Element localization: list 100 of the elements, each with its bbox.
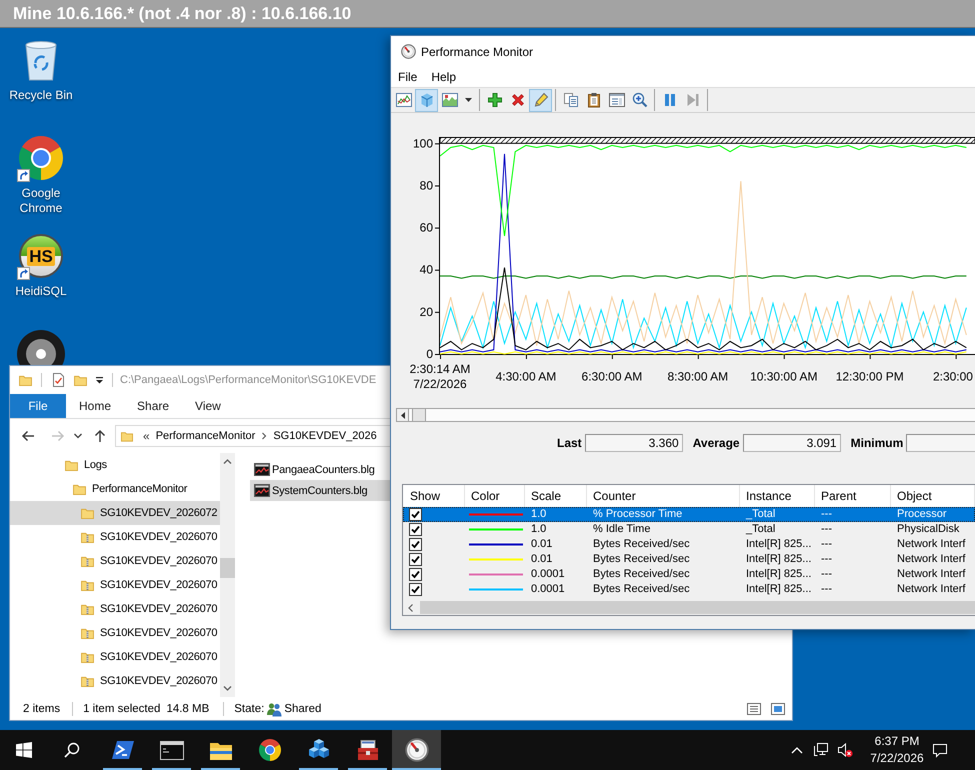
x-tick-label: 4:30:00 AM — [496, 370, 556, 384]
skip-forward-icon — [684, 92, 700, 108]
app-logo[interactable]: HS — [19, 234, 63, 278]
table-row[interactable]: 0.0001 Bytes Received/sec Intel[R] 825... --- Network Interf — [403, 567, 975, 582]
list-item[interactable]: SystemCounters.blg — [250, 480, 390, 501]
table-cell-text: Intel[R] 825... — [745, 552, 812, 567]
table-cell-text: Intel[R] 825... — [745, 567, 812, 582]
address-bar[interactable]: « PerformanceMonitor SG10KEVDEV_2026 — [115, 425, 390, 447]
tree-item[interactable]: SG10KEVDEV_2026070 — [10, 621, 220, 645]
toolbar-button[interactable] — [415, 88, 438, 112]
ribbon-tab[interactable]: View — [182, 394, 234, 418]
details-view-icon[interactable] — [747, 702, 761, 714]
list-item[interactable]: PangaeaCounters.blg — [250, 459, 390, 480]
checked-page-icon[interactable] — [53, 373, 64, 387]
status-text: 14.8 MB — [166, 702, 210, 714]
chevron-right-icon[interactable] — [261, 432, 268, 440]
checkbox[interactable] — [409, 568, 422, 581]
table-cell-text: Network Interf — [896, 567, 966, 582]
chrome-icon[interactable] — [17, 134, 65, 182]
tree-item[interactable]: Logs — [10, 453, 220, 477]
table-cell-text: 0.01 — [530, 552, 554, 567]
tree-item[interactable]: SG10KEVDEV_2026070 — [10, 597, 220, 621]
toolbar-button[interactable] — [529, 88, 552, 112]
cube-icon — [418, 92, 434, 108]
checkbox[interactable] — [409, 523, 422, 536]
table-cell-text: --- — [820, 522, 833, 537]
arrow-left-icon — [20, 428, 36, 444]
table-row[interactable]: 0.01 Bytes Received/sec Intel[R] 825... --- Network Interf — [403, 537, 975, 552]
ribbon-tab[interactable]: Home — [66, 394, 124, 418]
stat-label: Average — [692, 436, 740, 450]
table-cell-text: % Idle Time — [592, 522, 652, 537]
table-cell-text: --- — [820, 567, 833, 582]
caret-left-icon — [400, 412, 404, 418]
taskbar-button[interactable] — [392, 730, 441, 770]
breadcrumb[interactable]: PerformanceMonitor — [156, 430, 256, 442]
menu-item[interactable]: Help — [424, 67, 464, 87]
chevron-up-icon — [223, 458, 232, 465]
search-icon — [64, 742, 80, 758]
table-cell-text: Bytes Received/sec — [592, 537, 691, 552]
clock[interactable]: 6:37 PM 7/22/2026 — [869, 730, 925, 770]
y-tick-label: 0 — [426, 347, 433, 361]
breadcrumb-overflow[interactable]: « — [143, 429, 150, 443]
table-cell-text: --- — [820, 537, 833, 552]
tree-item[interactable]: SG10KEVDEV_2026070 — [10, 645, 220, 669]
window-title: C:\Pangaea\Logs\PerformanceMonitor\SG10KEVDE — [120, 374, 376, 386]
tree-item[interactable]: PerformanceMonitor — [10, 477, 220, 501]
chevron-left-icon — [408, 604, 413, 612]
status-text: 2 items — [23, 702, 60, 714]
zipped-folder-icon — [81, 580, 94, 590]
chevron-up-icon — [791, 746, 803, 754]
chevron-down-icon — [223, 685, 232, 692]
icon-label[interactable]: Google Chrome — [3, 186, 79, 216]
large-icons-view-icon[interactable] — [771, 702, 785, 714]
scroll-left-button[interactable] — [397, 409, 409, 421]
table-cell-text: 0.0001 — [530, 582, 566, 597]
file-menu-button[interactable]: File — [10, 394, 66, 418]
scrollbar-thumb[interactable] — [412, 409, 426, 421]
tree-item[interactable]: SG10KEVDEV_2026070 — [10, 525, 220, 549]
table-cell-text: Processor — [896, 507, 948, 522]
table-cell-text: _Total — [744, 522, 776, 537]
chart-document-icon — [254, 463, 270, 476]
zipped-folder-icon — [81, 628, 94, 638]
y-tick-label: 60 — [420, 220, 433, 235]
icon-label[interactable]: HeidiSQL — [3, 284, 79, 299]
checkbox[interactable] — [409, 553, 422, 566]
scrollbar-thumb[interactable] — [220, 558, 235, 578]
tree-item[interactable]: SG10KEVDEV_2026070 — [10, 573, 220, 597]
zipped-folder-icon — [81, 652, 94, 662]
line-chart-icon — [396, 92, 412, 108]
checkbox[interactable] — [409, 538, 422, 551]
table-cell-text: Bytes Received/sec — [592, 582, 691, 597]
tree-item[interactable]: SG10KEVDEV_2026072 — [10, 501, 220, 525]
cross-icon — [510, 92, 526, 108]
icon-label[interactable]: Recycle Bin — [3, 88, 79, 103]
table-row[interactable]: 0.0001 Bytes Received/sec Intel[R] 825... --- Network Interf — [403, 582, 975, 597]
table-cell-text: PhysicalDisk — [896, 522, 960, 537]
highlighter-icon — [532, 92, 548, 108]
breadcrumb[interactable]: SG10KEVDEV_2026 — [273, 430, 377, 442]
caret-down-icon[interactable] — [95, 376, 104, 384]
chevron-down-icon — [73, 432, 83, 440]
terminal-prompt-icon — [110, 738, 134, 762]
tree-item[interactable]: SG10KEVDEV_2026070 — [10, 669, 220, 693]
checkbox[interactable] — [409, 583, 422, 596]
checkbox[interactable] — [409, 508, 422, 521]
status-text: State: — [234, 702, 264, 714]
ribbon-tab[interactable]: Share — [124, 394, 182, 418]
scrollbar[interactable] — [220, 453, 235, 697]
table-cell-text: Intel[R] 825... — [745, 537, 812, 552]
area-chart-icon — [442, 92, 458, 108]
plus-icon — [486, 92, 502, 108]
copy-icon — [562, 92, 578, 108]
scrollbar[interactable] — [396, 408, 975, 422]
table-row[interactable]: 0.01 Bytes Received/sec Intel[R] 825... --- Network Interf — [403, 552, 975, 567]
tree-item[interactable]: SG10KEVDEV_2026070 — [10, 549, 220, 573]
clipboard-icon — [586, 92, 602, 108]
table-row[interactable]: 1.0 % Processor Time _Total --- Processor — [403, 507, 975, 522]
table-cell-text: --- — [820, 507, 833, 522]
menu-item[interactable]: File — [391, 67, 424, 87]
table-row[interactable]: 1.0 % Idle Time _Total --- PhysicalDisk — [403, 522, 975, 537]
recycle-bin-icon[interactable] — [23, 38, 59, 82]
